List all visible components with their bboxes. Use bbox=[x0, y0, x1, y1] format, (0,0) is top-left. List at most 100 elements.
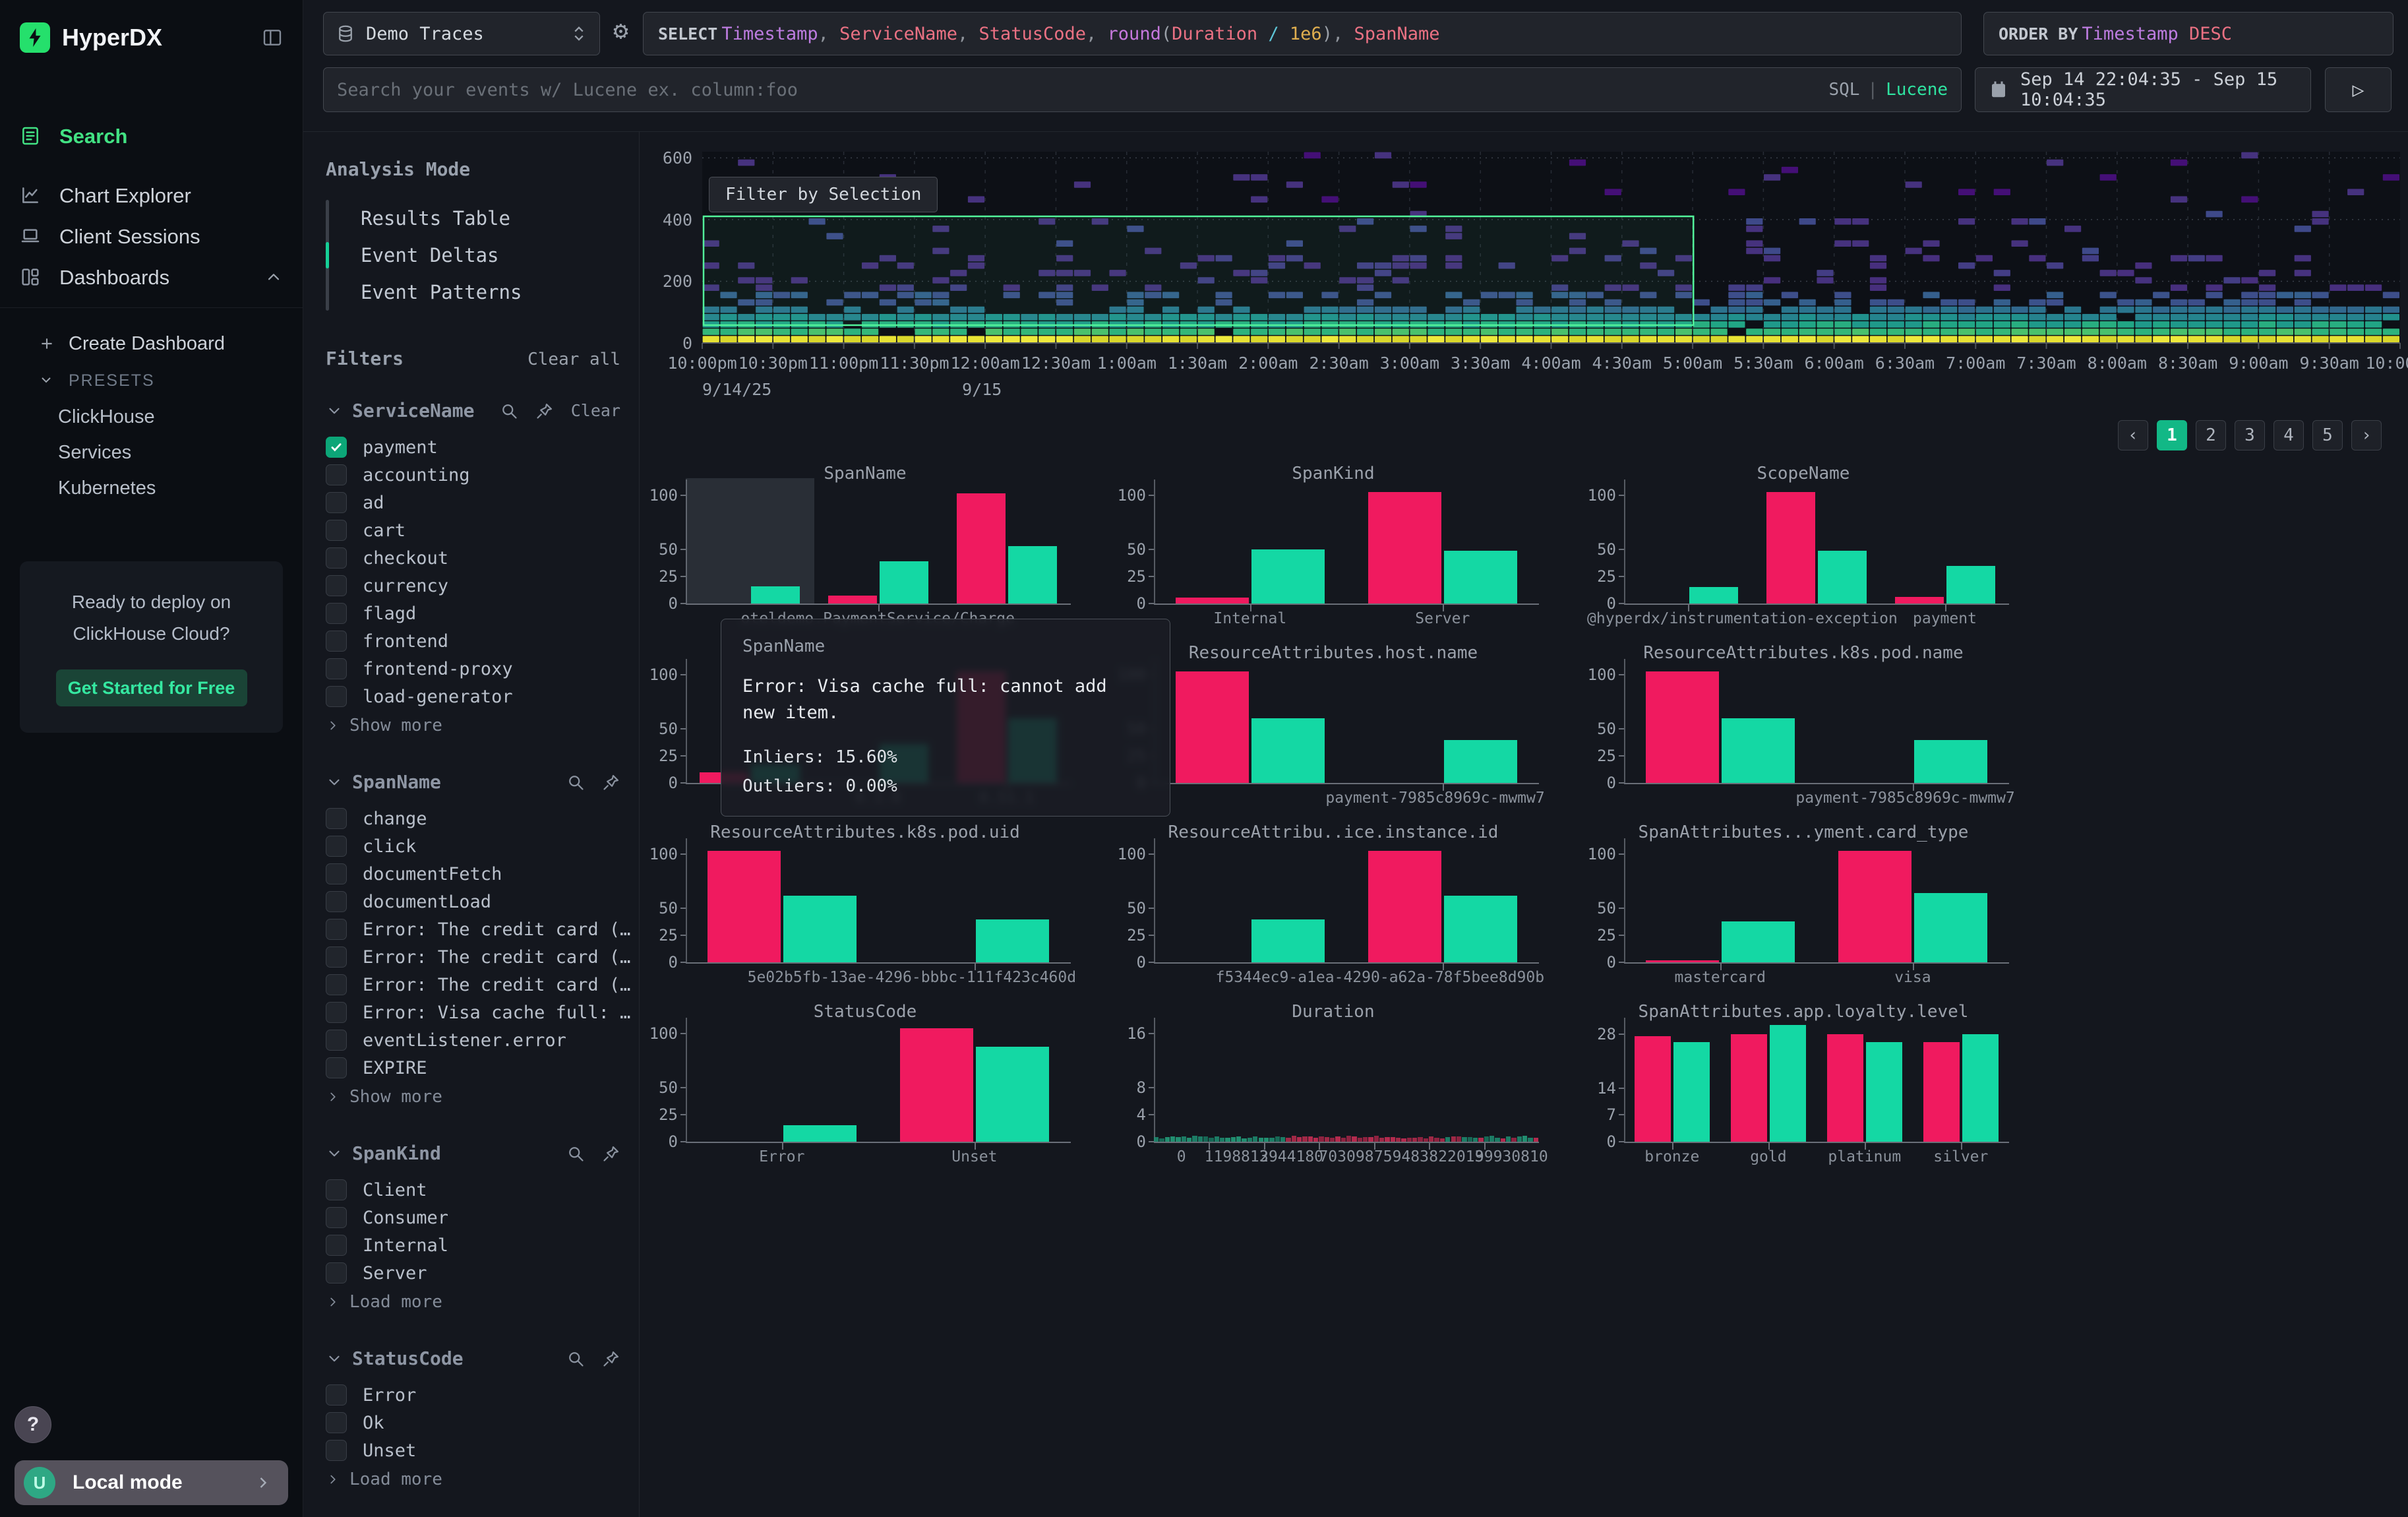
outlier-bar[interactable] bbox=[1368, 851, 1441, 962]
inlier-bar[interactable] bbox=[1251, 718, 1325, 783]
chart-resourceattribu-ice-instance-id[interactable]: ResourceAttribu..ice.instance.id02550100… bbox=[1116, 817, 1551, 997]
run-query-button[interactable]: ▷ bbox=[2325, 67, 2392, 112]
inlier-bar[interactable] bbox=[1914, 740, 1987, 783]
filter-checkbox-row[interactable]: ad bbox=[326, 489, 620, 516]
checkbox[interactable] bbox=[326, 1412, 347, 1433]
filter-checkbox-row[interactable]: load-generator bbox=[326, 683, 620, 710]
inlier-bar[interactable] bbox=[783, 896, 857, 962]
outlier-bar[interactable] bbox=[1895, 597, 1944, 604]
inlier-bar[interactable] bbox=[1818, 551, 1867, 604]
outlier-bar[interactable] bbox=[707, 851, 781, 962]
pin-icon[interactable] bbox=[535, 402, 554, 420]
checkbox[interactable] bbox=[326, 437, 347, 458]
checkbox[interactable] bbox=[326, 974, 347, 995]
sidebar-collapse-icon[interactable] bbox=[262, 27, 283, 48]
chart-resourceattributes-host-name[interactable]: ResourceAttributes.host.name02550100paym… bbox=[1116, 638, 1551, 818]
inlier-bar[interactable] bbox=[1251, 919, 1325, 962]
chart-spanattributes-app-loyalty-level[interactable]: SpanAttributes.app.loyalty.level071428br… bbox=[1586, 997, 2021, 1177]
inlier-bar[interactable] bbox=[1914, 893, 1987, 962]
show-more-button[interactable]: Load more bbox=[326, 1464, 620, 1495]
checkbox[interactable] bbox=[326, 808, 347, 829]
filter-group-header-servicename[interactable]: ServiceNameClear bbox=[326, 400, 620, 421]
sql-label[interactable]: SQL bbox=[1828, 80, 1859, 100]
pagination-page-2[interactable]: 2 bbox=[2196, 420, 2226, 450]
chart-resourceattributes-k8s-pod-uid[interactable]: ResourceAttributes.k8s.pod.uid025501005e… bbox=[647, 817, 1083, 997]
filter-checkbox-row[interactable]: change bbox=[326, 805, 620, 832]
outlier-bar[interactable] bbox=[1176, 598, 1249, 604]
filter-checkbox-row[interactable]: payment bbox=[326, 433, 620, 461]
chart-spankind[interactable]: SpanKind02550100InternalServer bbox=[1116, 458, 1551, 638]
checkbox[interactable] bbox=[326, 575, 347, 596]
filter-checkbox-row[interactable]: cart bbox=[326, 516, 620, 544]
outlier-bar[interactable] bbox=[828, 596, 877, 604]
inlier-bar[interactable] bbox=[1673, 1042, 1710, 1142]
chart-spanattributes-yment-card-type[interactable]: SpanAttributes...yment.card_type02550100… bbox=[1586, 817, 2021, 997]
source-select[interactable]: Demo Traces bbox=[323, 12, 600, 55]
checkbox[interactable] bbox=[326, 686, 347, 707]
sidebar-item-dashboards[interactable]: Dashboards bbox=[0, 257, 303, 298]
preset-item-kubernetes[interactable]: Kubernetes bbox=[0, 470, 303, 506]
pagination-page-5[interactable]: 5 bbox=[2312, 420, 2343, 450]
chart-duration[interactable]: Duration04816011988132944180703098759483… bbox=[1116, 997, 1551, 1177]
presets-toggle[interactable]: PRESETS bbox=[0, 362, 303, 399]
inlier-bar[interactable] bbox=[1946, 566, 1995, 604]
filter-checkbox-row[interactable]: Internal bbox=[326, 1231, 620, 1259]
outlier-bar[interactable] bbox=[1766, 492, 1815, 604]
filter-checkbox-row[interactable]: click bbox=[326, 832, 620, 860]
inlier-bar[interactable] bbox=[751, 586, 800, 604]
filter-checkbox-row[interactable]: Error bbox=[326, 1381, 620, 1409]
checkbox[interactable] bbox=[326, 464, 347, 485]
duration-heatmap[interactable] bbox=[702, 152, 2400, 343]
checkbox[interactable] bbox=[326, 919, 347, 940]
outlier-bar[interactable] bbox=[1731, 1034, 1767, 1142]
checkbox[interactable] bbox=[326, 1207, 347, 1228]
sidebar-item-search[interactable]: Search bbox=[0, 116, 303, 157]
pagination-page-4[interactable]: 4 bbox=[2273, 420, 2304, 450]
checkbox[interactable] bbox=[326, 891, 347, 912]
inlier-bar[interactable] bbox=[1251, 549, 1325, 604]
outlier-bar[interactable] bbox=[1838, 851, 1911, 962]
filter-checkbox-row[interactable]: Error: The credit card (… bbox=[326, 915, 620, 943]
filter-checkbox-row[interactable]: frontend-proxy bbox=[326, 655, 620, 683]
checkbox[interactable] bbox=[326, 1440, 347, 1461]
checkbox[interactable] bbox=[326, 1262, 347, 1284]
clear-all-button[interactable]: Clear all bbox=[527, 350, 620, 369]
chart-statuscode[interactable]: StatusCode02550100ErrorUnset bbox=[647, 997, 1083, 1177]
pagination-prev[interactable]: ‹ bbox=[2118, 420, 2148, 450]
filter-checkbox-row[interactable]: eventListener.error bbox=[326, 1026, 620, 1054]
inlier-bar[interactable] bbox=[1008, 546, 1057, 604]
filter-group-header-statuscode[interactable]: StatusCode bbox=[326, 1347, 620, 1369]
checkbox[interactable] bbox=[326, 492, 347, 513]
checkbox[interactable] bbox=[326, 603, 347, 624]
search-icon[interactable] bbox=[566, 1349, 585, 1368]
pin-icon[interactable] bbox=[602, 773, 620, 791]
show-more-button[interactable]: Show more bbox=[326, 1082, 620, 1112]
filter-checkbox-row[interactable]: Client bbox=[326, 1176, 620, 1204]
chart-scopename[interactable]: ScopeName02550100@hyperdx/instrumentatio… bbox=[1586, 458, 2021, 638]
select-query-input[interactable]: SELECT Timestamp, ServiceName, StatusCod… bbox=[643, 12, 1962, 55]
inlier-bar[interactable] bbox=[1770, 1025, 1806, 1142]
get-started-button[interactable]: Get Started for Free bbox=[56, 669, 247, 706]
filter-checkbox-row[interactable]: frontend bbox=[326, 627, 620, 655]
account-menu[interactable]: U Local mode bbox=[15, 1460, 288, 1505]
inlier-bar[interactable] bbox=[1689, 587, 1738, 604]
filter-checkbox-row[interactable]: Ok bbox=[326, 1409, 620, 1437]
pagination-page-1[interactable]: 1 bbox=[2157, 420, 2187, 450]
filter-checkbox-row[interactable]: documentFetch bbox=[326, 860, 620, 888]
filter-group-header-spanname[interactable]: SpanName bbox=[326, 771, 620, 793]
filter-checkbox-row[interactable]: Consumer bbox=[326, 1204, 620, 1231]
inlier-bar[interactable] bbox=[976, 1047, 1049, 1142]
inlier-bar[interactable] bbox=[1722, 921, 1795, 962]
checkbox[interactable] bbox=[326, 1030, 347, 1051]
outlier-bar[interactable] bbox=[1176, 671, 1249, 783]
inlier-bar[interactable] bbox=[1962, 1034, 1999, 1142]
filter-checkbox-row[interactable]: EXPIRE bbox=[326, 1054, 620, 1082]
outlier-bar[interactable] bbox=[1923, 1042, 1960, 1142]
chart-resourceattributes-k8s-pod-name[interactable]: ResourceAttributes.k8s.pod.name02550100p… bbox=[1586, 638, 2021, 818]
analysis-mode-results-table[interactable]: Results Table bbox=[329, 200, 620, 237]
lucene-label[interactable]: Lucene bbox=[1886, 80, 1948, 100]
sidebar-item-client-sessions[interactable]: Client Sessions bbox=[0, 216, 303, 257]
checkbox[interactable] bbox=[326, 836, 347, 857]
outlier-bar[interactable] bbox=[1827, 1034, 1863, 1142]
pagination-next[interactable]: › bbox=[2351, 420, 2382, 450]
